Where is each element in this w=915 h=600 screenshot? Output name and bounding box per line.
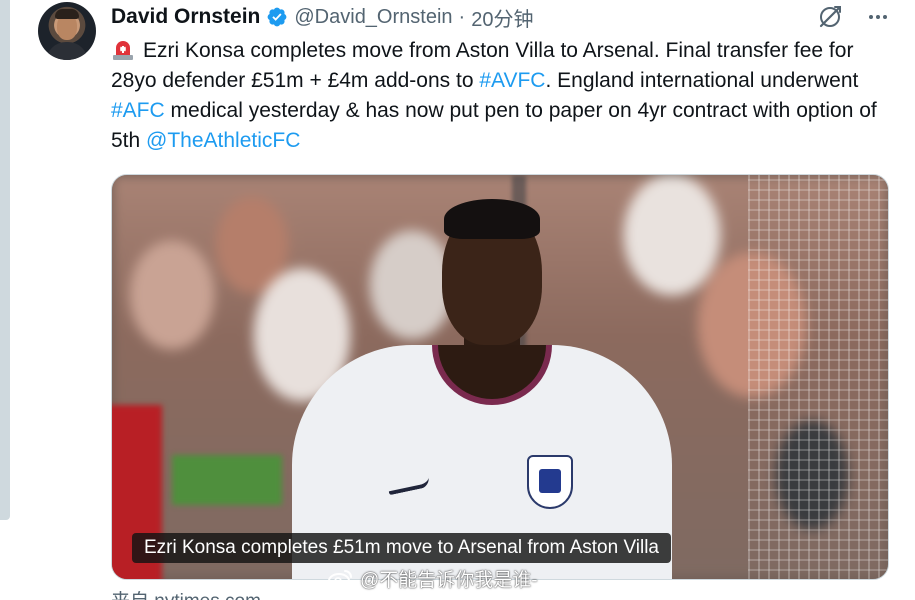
england-crest-icon bbox=[527, 455, 573, 509]
source-link[interactable]: 来自 nytimes.com bbox=[111, 586, 261, 600]
more-dot bbox=[869, 15, 873, 19]
photo-green-banner bbox=[172, 455, 282, 505]
tweet-timestamp[interactable]: 20分钟 bbox=[471, 3, 533, 32]
photo-goal-net bbox=[748, 175, 888, 579]
avatar-shirt bbox=[46, 42, 88, 60]
avatar-hair bbox=[55, 9, 79, 19]
weibo-logo-icon bbox=[328, 568, 354, 590]
scrollbar-rail[interactable] bbox=[0, 0, 10, 520]
verified-badge-icon bbox=[266, 6, 288, 28]
grok-icon[interactable] bbox=[817, 4, 843, 30]
tweet-actions bbox=[817, 4, 891, 30]
player-hair bbox=[444, 199, 540, 239]
tweet-text: Ezri Konsa completes move from Aston Vil… bbox=[111, 36, 881, 156]
more-dot bbox=[883, 15, 887, 19]
siren-emoji-icon bbox=[111, 37, 135, 61]
weibo-watermark: @不能告诉你我是谁- bbox=[328, 565, 538, 592]
photo-player bbox=[292, 195, 672, 579]
tweet-text-segment: . England international underwent bbox=[545, 69, 859, 92]
avatar[interactable] bbox=[38, 2, 96, 60]
hashtag-link[interactable]: #AFC bbox=[111, 99, 165, 122]
author-handle[interactable]: @David_Ornstein bbox=[294, 6, 452, 29]
more-dot bbox=[876, 15, 880, 19]
tweet-body: Ezri Konsa completes move from Aston Vil… bbox=[111, 39, 877, 152]
hashtag-link[interactable]: #AVFC bbox=[479, 69, 545, 92]
watermark-text: @不能告诉你我是谁- bbox=[360, 570, 538, 591]
author-display-name[interactable]: David Ornstein bbox=[111, 5, 260, 29]
tweet-media-image[interactable]: Ezri Konsa completes £51m move to Arsena… bbox=[111, 174, 889, 580]
tweet-header: David Ornstein @David_Ornstein · 20分钟 bbox=[111, 3, 533, 32]
header-separator: · bbox=[458, 5, 466, 28]
mention-link[interactable]: @TheAthleticFC bbox=[146, 129, 300, 152]
more-icon[interactable] bbox=[865, 4, 891, 30]
image-caption: Ezri Konsa completes £51m move to Arsena… bbox=[132, 533, 672, 563]
